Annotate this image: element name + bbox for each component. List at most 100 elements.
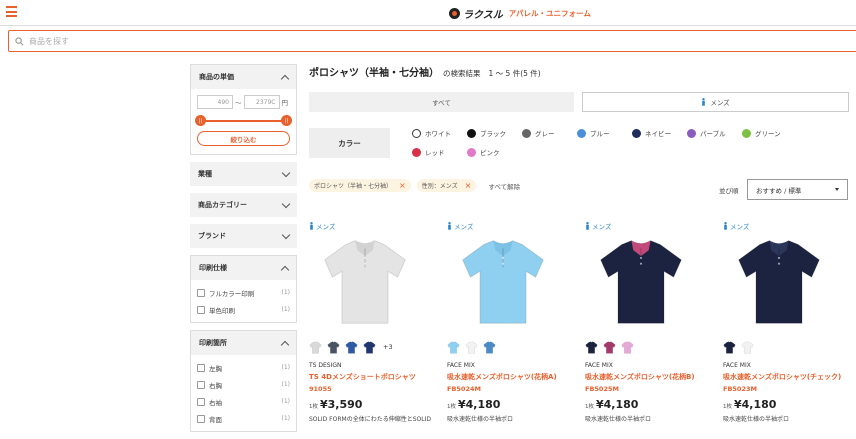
color-swatch[interactable] (483, 340, 496, 354)
checkbox[interactable] (197, 380, 205, 389)
price-min-input[interactable] (197, 95, 233, 109)
option-label: 右胸 (209, 381, 222, 390)
product-card[interactable]: メンズ FACE MIX 吸水速乾メンズポロシャツ(チェック) FB5023M 1枚 ¥4… (723, 221, 856, 431)
logo-mark-icon (449, 8, 460, 19)
product-name[interactable]: 吸水速乾メンズポロシャツ(チェック) (723, 372, 856, 382)
product-grid: メンズ +3 TS DESIGN TS 4Dメンズショートポロシャツ 91055 1枚 ¥3… (309, 221, 856, 431)
product-code: FB5025M (585, 385, 619, 393)
color-swatch[interactable] (345, 340, 358, 354)
search-bar[interactable] (8, 30, 856, 52)
brand-filter[interactable]: ブランド (190, 224, 297, 248)
color-swatch[interactable] (309, 340, 322, 354)
search-input[interactable] (29, 36, 329, 46)
color-option[interactable]: パープル (687, 128, 742, 138)
product-description: 吸水速乾仕様の半袖ポロ (447, 416, 514, 423)
color-dot-icon (632, 128, 641, 138)
color-swatch[interactable] (603, 340, 616, 354)
print-place-option[interactable]: 右胸 (1) (197, 376, 290, 393)
color-filter-label: カラー (309, 128, 390, 158)
product-image[interactable] (731, 233, 827, 329)
color-option[interactable]: ネイビー (632, 128, 687, 138)
price-filter-header[interactable]: 商品の単価 (191, 65, 296, 89)
clear-all-link[interactable]: すべて解除 (488, 181, 520, 191)
price-slider-min-handle[interactable]: || (195, 115, 206, 126)
checkbox[interactable] (197, 305, 205, 314)
color-option[interactable]: グレー (522, 128, 577, 138)
product-name[interactable]: 吸水速乾メンズポロシャツ(花柄B) (585, 372, 723, 382)
print-spec-option[interactable]: フルカラー印刷 (1) (197, 284, 290, 301)
price-unit: 1枚 (309, 404, 318, 410)
filter-chip[interactable]: ポロシャツ（半袖・七分袖） × (309, 179, 411, 192)
price-slider[interactable]: || || (195, 115, 292, 126)
product-card[interactable]: メンズ +3 TS DESIGN TS 4Dメンズショートポロシャツ 91055 1枚 ¥3… (309, 221, 447, 431)
color-swatch[interactable] (741, 340, 754, 354)
price-max-input[interactable] (243, 95, 280, 109)
tab-mens[interactable]: メンズ (582, 92, 849, 112)
industry-filter[interactable]: 業種 (190, 162, 297, 186)
color-swatch[interactable] (447, 340, 460, 354)
checkbox[interactable] (197, 363, 205, 372)
narrow-down-button[interactable]: 絞り込む (197, 131, 290, 146)
tab-all[interactable]: すべて (309, 92, 574, 112)
option-label: 背面 (209, 415, 222, 424)
close-icon[interactable]: × (465, 181, 472, 190)
product-name[interactable]: TS 4Dメンズショートポロシャツ (309, 372, 447, 382)
color-swatch[interactable] (363, 340, 376, 354)
product-description: 吸水速乾仕様の半袖ポロ (585, 416, 652, 423)
option-label: 右袖 (209, 398, 222, 407)
sort-label: 並び順 (719, 187, 739, 195)
logo-text: ラクスル (463, 10, 503, 21)
print-place-option[interactable]: 右袖 (1) (197, 393, 290, 410)
page-title: ポロシャツ（半袖・七分袖） (309, 68, 439, 79)
product-image[interactable] (317, 233, 413, 329)
print-spec-option[interactable]: 単色印刷 (1) (197, 301, 290, 318)
site-logo[interactable]: ラクスル アパレル・ユニフォーム (449, 6, 591, 21)
chevron-down-icon (281, 168, 291, 177)
sort-select[interactable]: おすすめ / 標準 (747, 179, 848, 200)
color-option[interactable]: ピンク (467, 147, 522, 157)
checkbox[interactable] (197, 414, 205, 423)
print-place-option[interactable]: 背面 (1) (197, 410, 290, 427)
product-card[interactable]: メンズ FACE MIX 吸水速乾メンズポロシャツ(花柄B) FB5025M 1枚 ¥4,… (585, 221, 723, 431)
color-option[interactable]: ブラック (467, 128, 522, 138)
price-unit: 1枚 (585, 404, 594, 410)
more-colors-count[interactable]: +3 (383, 343, 393, 351)
color-swatch[interactable] (327, 340, 340, 354)
filter-chip[interactable]: 性別：メンズ × (416, 179, 477, 192)
price-value: ¥4,180 (734, 398, 777, 411)
price-unit: 1枚 (723, 404, 732, 410)
color-option[interactable]: ブルー (577, 128, 632, 138)
color-swatch[interactable] (621, 340, 634, 354)
checkbox[interactable] (197, 288, 205, 297)
price-slider-max-handle[interactable]: || (281, 115, 292, 126)
product-image[interactable] (455, 233, 551, 329)
option-count: (1) (281, 415, 291, 422)
color-option[interactable]: レッド (412, 147, 467, 157)
product-price: 1枚 ¥4,180 (723, 398, 856, 411)
chevron-down-icon (281, 230, 291, 239)
print-place-option[interactable]: 左胸 (1) (197, 359, 290, 376)
color-swatch[interactable] (585, 340, 598, 354)
gender-tag: メンズ (447, 221, 585, 231)
category-filter[interactable]: 商品カテゴリー (190, 193, 297, 217)
product-image[interactable] (593, 233, 689, 329)
color-option[interactable]: ホワイト (412, 128, 467, 138)
color-swatch[interactable] (465, 340, 478, 354)
color-option-label: ブラック (480, 130, 506, 138)
color-option[interactable]: グリーン (742, 128, 797, 138)
tab-label: メンズ (710, 99, 730, 107)
print-place-filter: 印刷箇所 左胸 (1) 右胸 (1) 右袖 (1) 背面 (1) (190, 330, 297, 432)
product-card[interactable]: メンズ FACE MIX 吸水速乾メンズポロシャツ(花柄A) FB5024M 1枚 ¥4,… (447, 221, 585, 431)
search-results: ポロシャツ（半袖・七分袖） の検索結果 1 〜 5 件(5 件) すべて メンズ… (309, 64, 849, 423)
color-swatch[interactable] (723, 340, 736, 354)
color-option-label: ネイビー (645, 130, 671, 138)
print-spec-header[interactable]: 印刷仕様 (191, 256, 296, 280)
hamburger-icon[interactable] (6, 6, 17, 17)
color-swatches (447, 340, 585, 354)
print-place-header[interactable]: 印刷箇所 (191, 331, 296, 355)
checkbox[interactable] (197, 397, 205, 406)
male-icon (702, 98, 706, 106)
price-value: ¥4,180 (458, 398, 501, 411)
product-name[interactable]: 吸水速乾メンズポロシャツ(花柄A) (447, 372, 585, 382)
close-icon[interactable]: × (399, 181, 406, 190)
